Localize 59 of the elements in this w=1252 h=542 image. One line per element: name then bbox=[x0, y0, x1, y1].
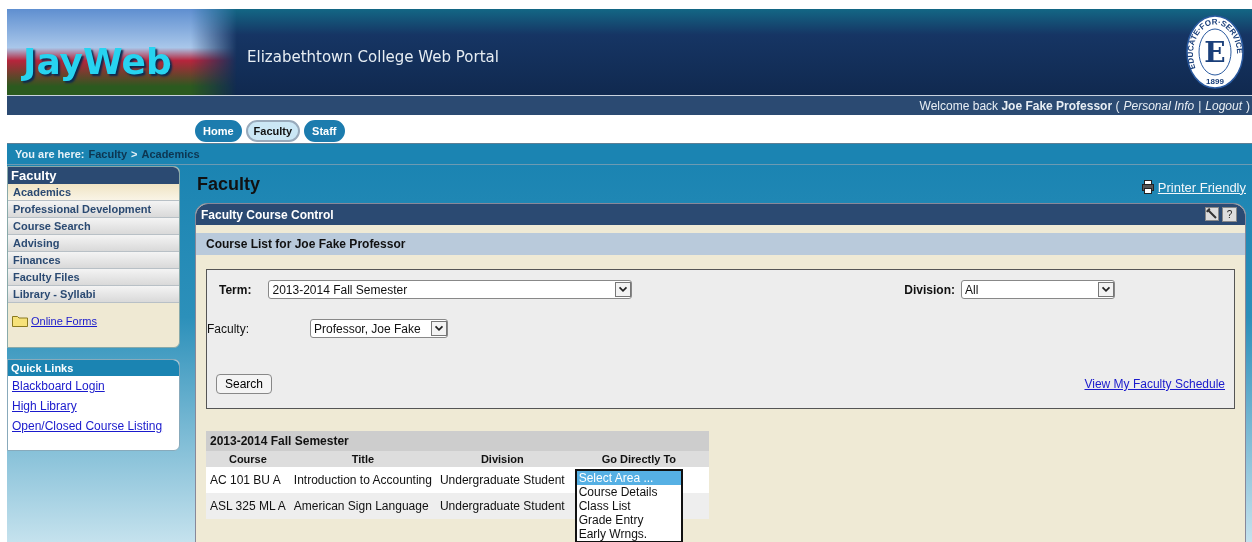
online-forms-link[interactable]: Online Forms bbox=[31, 315, 98, 327]
site-logo[interactable]: JayWeb bbox=[23, 41, 172, 82]
sidebar-title: Faculty bbox=[8, 167, 179, 184]
column-header: Division bbox=[435, 451, 569, 467]
page-title: Faculty bbox=[197, 173, 261, 195]
portlet-subtitle: Course List for Joe Fake Professor bbox=[196, 233, 1245, 255]
table-cell: Undergraduate Student bbox=[435, 467, 569, 493]
sidebar-item[interactable]: Finances bbox=[8, 252, 179, 269]
table-cell: Introduction to Accounting bbox=[289, 467, 436, 493]
sidebar-item[interactable]: Library - Syllabi bbox=[8, 286, 179, 303]
chevron-down-icon[interactable] bbox=[615, 282, 632, 297]
nav-tab[interactable]: Staff bbox=[304, 120, 345, 142]
table-caption: 2013-2014 Fall Semester bbox=[206, 431, 709, 451]
search-button[interactable]: Search bbox=[216, 374, 273, 394]
quick-link[interactable]: Blackboard Login bbox=[8, 376, 179, 396]
breadcrumb-separator: > bbox=[131, 148, 138, 160]
division-select[interactable]: All bbox=[961, 280, 1115, 299]
quick-links-title: Quick Links bbox=[8, 360, 179, 376]
portlet-title: Faculty Course Control bbox=[201, 207, 334, 222]
faculty-label: Faculty: bbox=[207, 321, 250, 336]
dropdown-option[interactable]: Course Details bbox=[576, 485, 681, 499]
faculty-select[interactable]: Professor, Joe Fake bbox=[310, 319, 448, 338]
term-select[interactable]: 2013-2014 Fall Semester bbox=[268, 280, 633, 299]
sidebar-item[interactable]: Advising bbox=[8, 235, 179, 252]
sidebar-item[interactable]: Professional Development bbox=[8, 201, 179, 218]
printer-friendly-link[interactable]: Printer Friendly bbox=[1157, 179, 1246, 195]
column-header: Go Directly To bbox=[568, 451, 709, 467]
dropdown-option[interactable]: Class List bbox=[576, 499, 681, 513]
sidebar-item[interactable]: Faculty Files bbox=[8, 269, 179, 286]
welcome-text: Welcome back Joe Fake Professor ( bbox=[919, 98, 1120, 113]
chevron-down-icon[interactable] bbox=[431, 321, 447, 336]
dropdown-option[interactable]: Early Wrngs. bbox=[576, 527, 681, 541]
sidebar-item[interactable]: Academics bbox=[8, 184, 179, 201]
table-cell: American Sign Language bbox=[289, 493, 436, 519]
personal-info-link[interactable]: Personal Info bbox=[1123, 98, 1195, 113]
help-button[interactable]: ? bbox=[1222, 207, 1237, 222]
breadcrumb-label: You are here: bbox=[15, 148, 85, 160]
column-header: Course bbox=[206, 451, 290, 467]
separator-text: | bbox=[1198, 98, 1202, 113]
column-header: Title bbox=[289, 451, 436, 467]
table-cell: AC 101 BU A bbox=[206, 467, 290, 493]
nav-tab[interactable]: Faculty bbox=[245, 120, 301, 142]
term-label: Term: bbox=[219, 282, 252, 297]
division-label: Division: bbox=[904, 282, 955, 297]
printer-icon bbox=[1141, 180, 1154, 194]
quick-link[interactable]: High Library bbox=[8, 396, 179, 416]
faculty-schedule-link[interactable]: View My Faculty Schedule bbox=[1084, 377, 1225, 391]
sidebar-item[interactable]: Course Search bbox=[8, 218, 179, 235]
table-cell: ASL 325 ML A bbox=[206, 493, 290, 519]
nav-tab[interactable]: Home bbox=[195, 120, 242, 142]
paren-text: ) bbox=[1246, 98, 1250, 113]
table-cell: Undergraduate Student bbox=[435, 493, 569, 519]
portal-title: Elizabethtown College Web Portal bbox=[247, 48, 499, 66]
wrench-icon[interactable] bbox=[1205, 207, 1219, 221]
logout-link[interactable]: Logout bbox=[1205, 98, 1242, 113]
quick-link[interactable]: Open/Closed Course Listing bbox=[8, 416, 179, 436]
folder-icon bbox=[12, 315, 28, 327]
dropdown-option[interactable]: Grade Entry bbox=[576, 513, 681, 527]
chevron-down-icon[interactable] bbox=[1098, 282, 1114, 297]
